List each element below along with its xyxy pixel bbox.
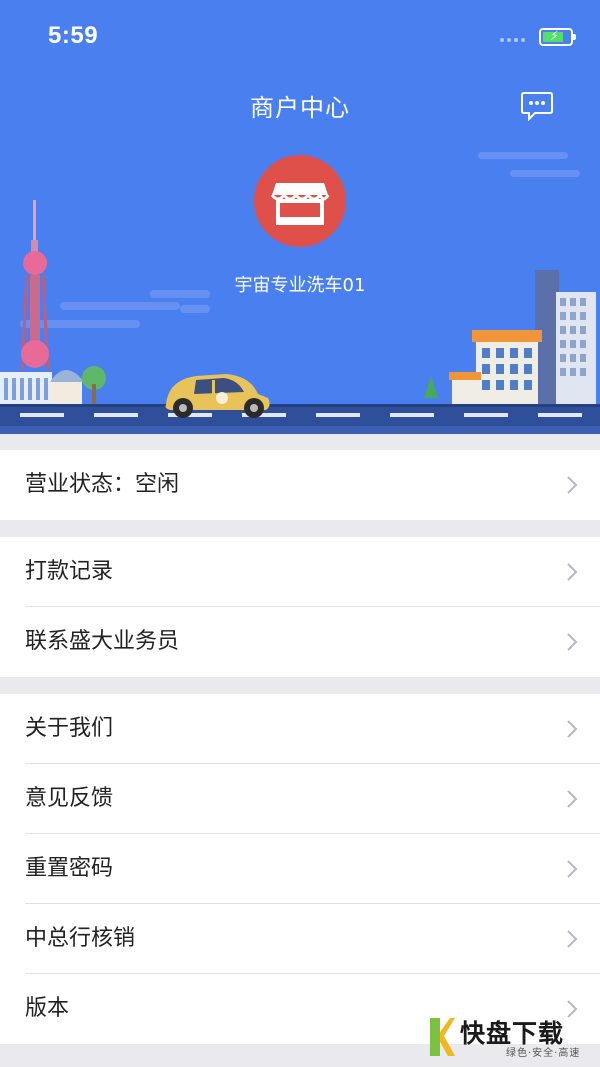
watermark-k-icon — [430, 1018, 455, 1056]
menu-item-payment-records[interactable]: 打款记录 — [0, 537, 600, 607]
menu-item-label: 营业状态：空闲 — [25, 472, 180, 497]
chevron-right-icon — [567, 790, 578, 808]
menu-item-label: 重置密码 — [25, 856, 114, 881]
menu-item-label: 打款记录 — [25, 559, 114, 584]
chevron-right-icon — [567, 930, 578, 948]
chevron-right-icon — [567, 476, 578, 494]
menu-item-label: 联系盛大业务员 — [25, 629, 180, 654]
menu-item-label: 关于我们 — [25, 716, 114, 741]
menu-item-label: 中总行核销 — [25, 926, 136, 951]
menu-item-about-us[interactable]: 关于我们 — [0, 694, 600, 764]
status-bar: 5:59 ⚡ — [0, 0, 600, 70]
charging-battery-icon: ⚡ — [539, 28, 576, 46]
menu-group-settings: 关于我们 意见反馈 重置密码 中总行核销 版本 — [0, 694, 600, 1044]
menu-item-feedback[interactable]: 意见反馈 — [0, 764, 600, 834]
menu-item-business-status[interactable]: 营业状态：空闲 — [0, 450, 600, 520]
chevron-right-icon — [567, 633, 578, 651]
chevron-right-icon — [567, 720, 578, 738]
watermark-logo: 快盘下载 绿色·安全·高速 — [428, 1012, 598, 1062]
menu-group-status: 营业状态：空闲 — [0, 450, 600, 520]
menu-item-label: 版本 — [25, 996, 70, 1021]
storefront-icon — [270, 183, 330, 225]
watermark-slogan: 绿色·安全·高速 — [506, 1048, 581, 1059]
menu-item-reset-password[interactable]: 重置密码 — [0, 834, 600, 904]
status-time: 5:59 — [48, 22, 99, 49]
store-avatar[interactable] — [254, 155, 346, 247]
menu-item-contact-salesperson[interactable]: 联系盛大业务员 — [0, 607, 600, 677]
chat-bubble-icon[interactable] — [521, 91, 553, 122]
header-banner: 5:59 ⚡ 商户中心 宇宙专业洗车01 — [0, 0, 600, 434]
menu-group-finance: 打款记录 联系盛大业务员 — [0, 537, 600, 677]
page-title: 商户中心 — [250, 94, 350, 122]
chevron-right-icon — [567, 860, 578, 878]
menu-item-label: 意见反馈 — [25, 786, 114, 811]
chevron-right-icon — [567, 563, 578, 581]
menu-item-verification[interactable]: 中总行核销 — [0, 904, 600, 974]
store-name: 宇宙专业洗车01 — [234, 275, 366, 296]
signal-icon — [500, 38, 530, 44]
